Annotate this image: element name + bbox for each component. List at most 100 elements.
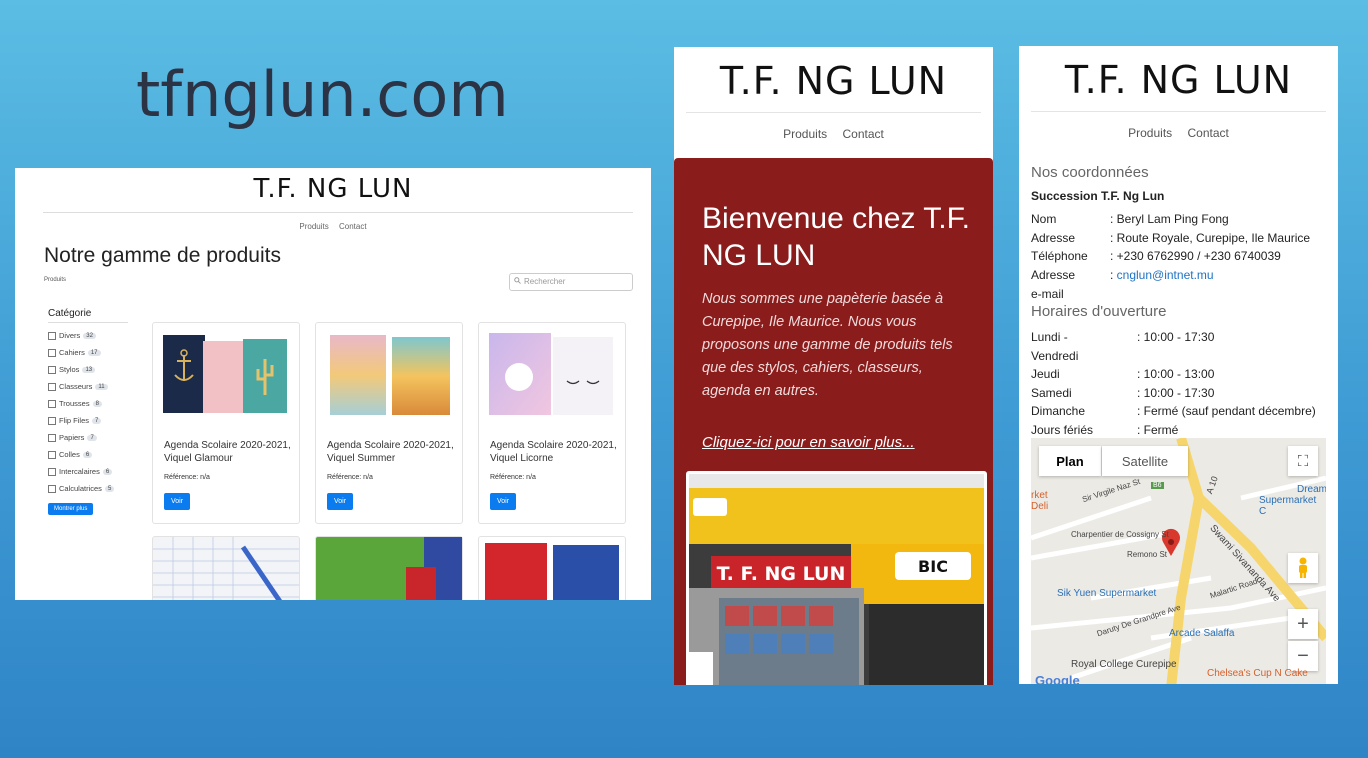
product-image bbox=[330, 335, 450, 415]
divider bbox=[1031, 111, 1326, 112]
product-name[interactable]: Agenda Scolaire 2020-2021, Viquel Glamou… bbox=[164, 439, 292, 465]
category-label: Divers bbox=[59, 331, 81, 340]
product-card[interactable] bbox=[152, 536, 300, 600]
search-icon bbox=[514, 277, 521, 284]
breadcrumb[interactable]: Produits bbox=[44, 277, 66, 283]
product-image bbox=[406, 537, 462, 600]
product-card[interactable]: Agenda Scolaire 2020-2021, Viquel Licorn… bbox=[478, 322, 626, 524]
product-image bbox=[489, 333, 613, 415]
checkbox[interactable] bbox=[48, 348, 56, 357]
search-input[interactable]: Rechercher bbox=[509, 273, 633, 291]
category-item-divers[interactable]: Divers 32 bbox=[48, 327, 128, 344]
category-item-colles[interactable]: Colles 6 bbox=[48, 446, 128, 463]
info-label: e-mail bbox=[1031, 287, 1064, 301]
day-label: Lundi - bbox=[1031, 330, 1068, 344]
checkbox[interactable] bbox=[48, 416, 56, 425]
category-item-cahiers[interactable]: Cahiers 17 bbox=[48, 344, 128, 361]
checkbox[interactable] bbox=[48, 433, 56, 442]
category-item-flip-files[interactable]: Flip Files 7 bbox=[48, 412, 128, 429]
category-item-classeurs[interactable]: Classeurs 11 bbox=[48, 378, 128, 395]
coordinates-heading: Nos coordonnées bbox=[1031, 164, 1149, 181]
view-button[interactable]: Voir bbox=[164, 493, 191, 510]
category-filter: Catégorie Divers 32 Cahiers 17 Stylos 13 Cl… bbox=[48, 308, 128, 515]
map-tab-plan[interactable]: Plan bbox=[1039, 446, 1101, 476]
brand-logo[interactable]: T.F. NG LUN bbox=[15, 174, 651, 204]
brand-logo[interactable]: T.F. NG LUN bbox=[674, 59, 993, 103]
product-name[interactable]: Agenda Scolaire 2020-2021, Viquel Licorn… bbox=[490, 439, 618, 465]
shop-brand: BIC bbox=[918, 557, 948, 576]
count-badge: 7 bbox=[87, 434, 97, 441]
count-badge: 6 bbox=[82, 451, 93, 458]
hours-row: Jours fériés: Fermé bbox=[1031, 423, 1178, 437]
count-badge: 8 bbox=[92, 400, 102, 407]
divider bbox=[686, 112, 981, 113]
day-label: Jeudi bbox=[1031, 367, 1060, 381]
pegman-icon[interactable] bbox=[1288, 553, 1318, 583]
product-card[interactable] bbox=[478, 536, 626, 600]
category-item-intercalaires[interactable]: Intercalaires 6 bbox=[48, 463, 128, 480]
hours-heading: Horaires d'ouverture bbox=[1031, 303, 1167, 320]
brand-logo[interactable]: T.F. NG LUN bbox=[1019, 58, 1338, 102]
product-ref: Référence: n/a bbox=[164, 474, 210, 481]
checkbox[interactable] bbox=[48, 399, 56, 408]
checkbox[interactable] bbox=[48, 365, 56, 374]
search-placeholder: Rechercher bbox=[524, 277, 566, 286]
category-item-calculatrices[interactable]: Calculatrices 5 bbox=[48, 480, 128, 497]
category-item-stylos[interactable]: Stylos 13 bbox=[48, 361, 128, 378]
top-nav: Produits Contact bbox=[674, 127, 993, 141]
product-ref: Référence: n/a bbox=[490, 474, 536, 481]
product-card[interactable]: Agenda Scolaire 2020-2021, Viquel Glamou… bbox=[152, 322, 300, 524]
category-item-trousses[interactable]: Trousses 8 bbox=[48, 395, 128, 412]
map-widget[interactable]: Plan Satellite ⛶ + − Dream Supermarket C… bbox=[1031, 438, 1326, 684]
checkbox[interactable] bbox=[48, 484, 56, 493]
info-row-email-cont: e-mail bbox=[1031, 287, 1064, 301]
map-label: Charpentier de Cossigny St bbox=[1071, 530, 1169, 539]
desktop-screenshot: T.F. NG LUN Produits Contact Notre gamme… bbox=[15, 168, 651, 600]
info-row: Adresse: Route Royale, Curepipe, Ile Mau… bbox=[1031, 231, 1310, 245]
checkbox[interactable] bbox=[48, 331, 56, 340]
category-label: Papiers bbox=[59, 433, 85, 442]
fullscreen-icon[interactable]: ⛶ bbox=[1288, 446, 1318, 476]
info-label: Téléphone bbox=[1031, 249, 1088, 263]
shop-sign: T. F. NG LUN bbox=[717, 563, 846, 585]
info-row: Téléphone : +230 6762990 / +230 6740039 bbox=[1031, 249, 1281, 263]
show-more-button[interactable]: Montrer plus bbox=[48, 503, 94, 515]
learn-more-link[interactable]: Cliquez-ici pour en savoir plus... bbox=[702, 434, 915, 451]
day-label: Vendredi bbox=[1031, 349, 1079, 363]
zoom-in-icon[interactable]: + bbox=[1288, 609, 1318, 639]
category-label: Cahiers bbox=[59, 348, 85, 357]
hours-row: Samedi: 10:00 - 17:30 bbox=[1031, 386, 1214, 400]
map-tab-satellite[interactable]: Satellite bbox=[1102, 446, 1188, 476]
nav-contact[interactable]: Contact bbox=[843, 127, 884, 141]
mobile-home-screenshot: T.F. NG LUN Produits Contact Bienvenue c… bbox=[674, 47, 993, 685]
info-value: : +230 6762990 / +230 6740039 bbox=[1110, 249, 1281, 263]
nav-produits[interactable]: Produits bbox=[299, 222, 328, 231]
category-item-papiers[interactable]: Papiers 7 bbox=[48, 429, 128, 446]
checkbox[interactable] bbox=[48, 382, 56, 391]
count-badge: 32 bbox=[83, 332, 96, 339]
day-label: Dimanche bbox=[1031, 404, 1086, 418]
category-label: Intercalaires bbox=[59, 467, 100, 476]
day-label: Samedi bbox=[1031, 386, 1072, 400]
view-button[interactable]: Voir bbox=[327, 493, 354, 510]
nav-contact[interactable]: Contact bbox=[1188, 126, 1229, 140]
checkbox[interactable] bbox=[48, 450, 56, 459]
zoom-out-icon[interactable]: − bbox=[1288, 641, 1318, 671]
checkbox[interactable] bbox=[48, 467, 56, 476]
product-card[interactable] bbox=[315, 536, 463, 600]
view-button[interactable]: Voir bbox=[490, 493, 517, 510]
shop-photo-art: T. F. NG LUN BIC bbox=[689, 474, 984, 685]
info-value: : Route Royale, Curepipe, Ile Maurice bbox=[1110, 231, 1311, 245]
nav-produits[interactable]: Produits bbox=[783, 127, 827, 141]
info-row-email: Adresse: cnglun@intnet.mu bbox=[1031, 268, 1214, 282]
product-name[interactable]: Agenda Scolaire 2020-2021, Viquel Summer bbox=[327, 439, 455, 465]
product-card[interactable]: Agenda Scolaire 2020-2021, Viquel Summer… bbox=[315, 322, 463, 524]
map-label: rket bbox=[1031, 490, 1048, 501]
hours-value: : Fermé bbox=[1137, 423, 1179, 437]
count-badge: 7 bbox=[92, 417, 102, 424]
category-title: Catégorie bbox=[48, 308, 128, 323]
nav-produits[interactable]: Produits bbox=[1128, 126, 1172, 140]
nav-contact[interactable]: Contact bbox=[339, 222, 367, 231]
email-link[interactable]: cnglun@intnet.mu bbox=[1117, 268, 1214, 282]
category-label: Trousses bbox=[59, 399, 90, 408]
